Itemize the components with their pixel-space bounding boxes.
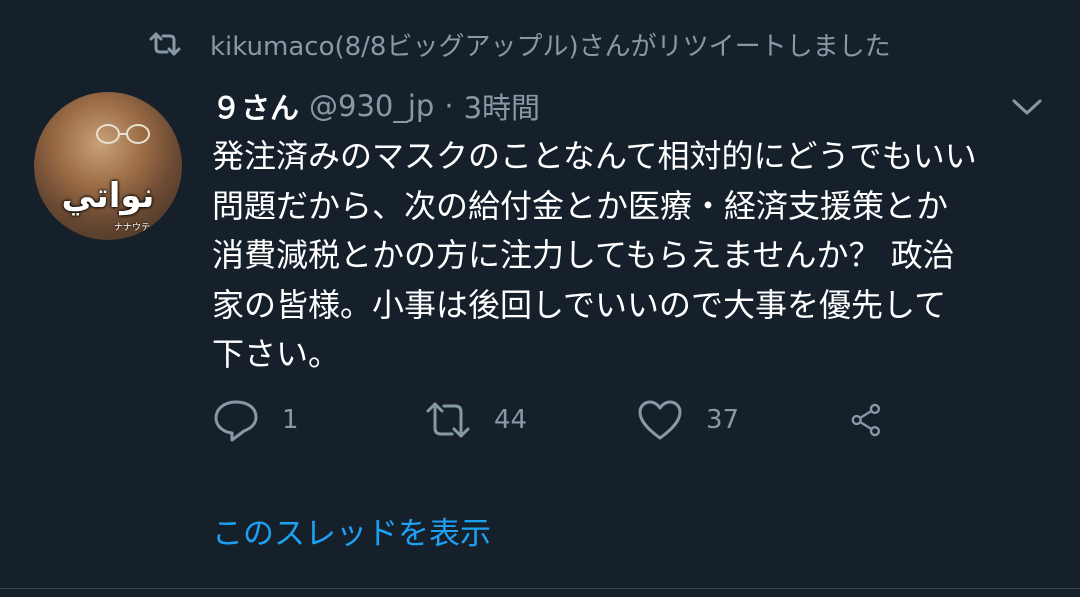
reply-count: 1 <box>282 405 299 435</box>
reply-icon <box>214 400 258 442</box>
tweet-header: ９さん @930_jp · 3時間 <box>212 84 540 128</box>
retweet-context[interactable]: kikumaco(8/8ビッグアップル)さんがリツイートしました <box>148 26 891 62</box>
retweet-icon <box>426 402 470 438</box>
heart-icon <box>638 400 682 440</box>
share-icon <box>851 403 881 437</box>
author-handle[interactable]: @930_jp <box>309 89 434 123</box>
author-name[interactable]: ９さん <box>212 85 299 127</box>
avatar[interactable]: نواتي ナナウテ <box>34 92 182 240</box>
share-button[interactable] <box>848 398 908 442</box>
retweet-count: 44 <box>494 405 528 435</box>
glasses-decoration <box>96 124 150 144</box>
retweet-icon <box>149 32 181 56</box>
retweet-text: kikumaco(8/8ビッグアップル)さんがリツイートしました <box>210 31 891 62</box>
show-thread-link[interactable]: このスレッドを表示 <box>212 508 491 553</box>
avatar-small-text: ナナウテ <box>114 223 151 233</box>
tweet-actions: 1 44 37 <box>212 396 908 444</box>
reply-button[interactable]: 1 <box>212 398 424 442</box>
like-button[interactable]: 37 <box>636 398 848 442</box>
separator-dot: · <box>444 89 454 123</box>
chevron-down-icon[interactable] <box>1010 96 1044 118</box>
tweet-text: 発注済みのマスクのことなんて相対的にどうでもいい 問題だから、次の給付金とか医療… <box>212 137 977 373</box>
divider <box>0 588 1080 589</box>
retweet-button[interactable]: 44 <box>424 398 636 442</box>
like-count: 37 <box>706 405 740 435</box>
timestamp[interactable]: 3時間 <box>464 85 540 127</box>
avatar-caption: نواتي <box>61 176 155 216</box>
